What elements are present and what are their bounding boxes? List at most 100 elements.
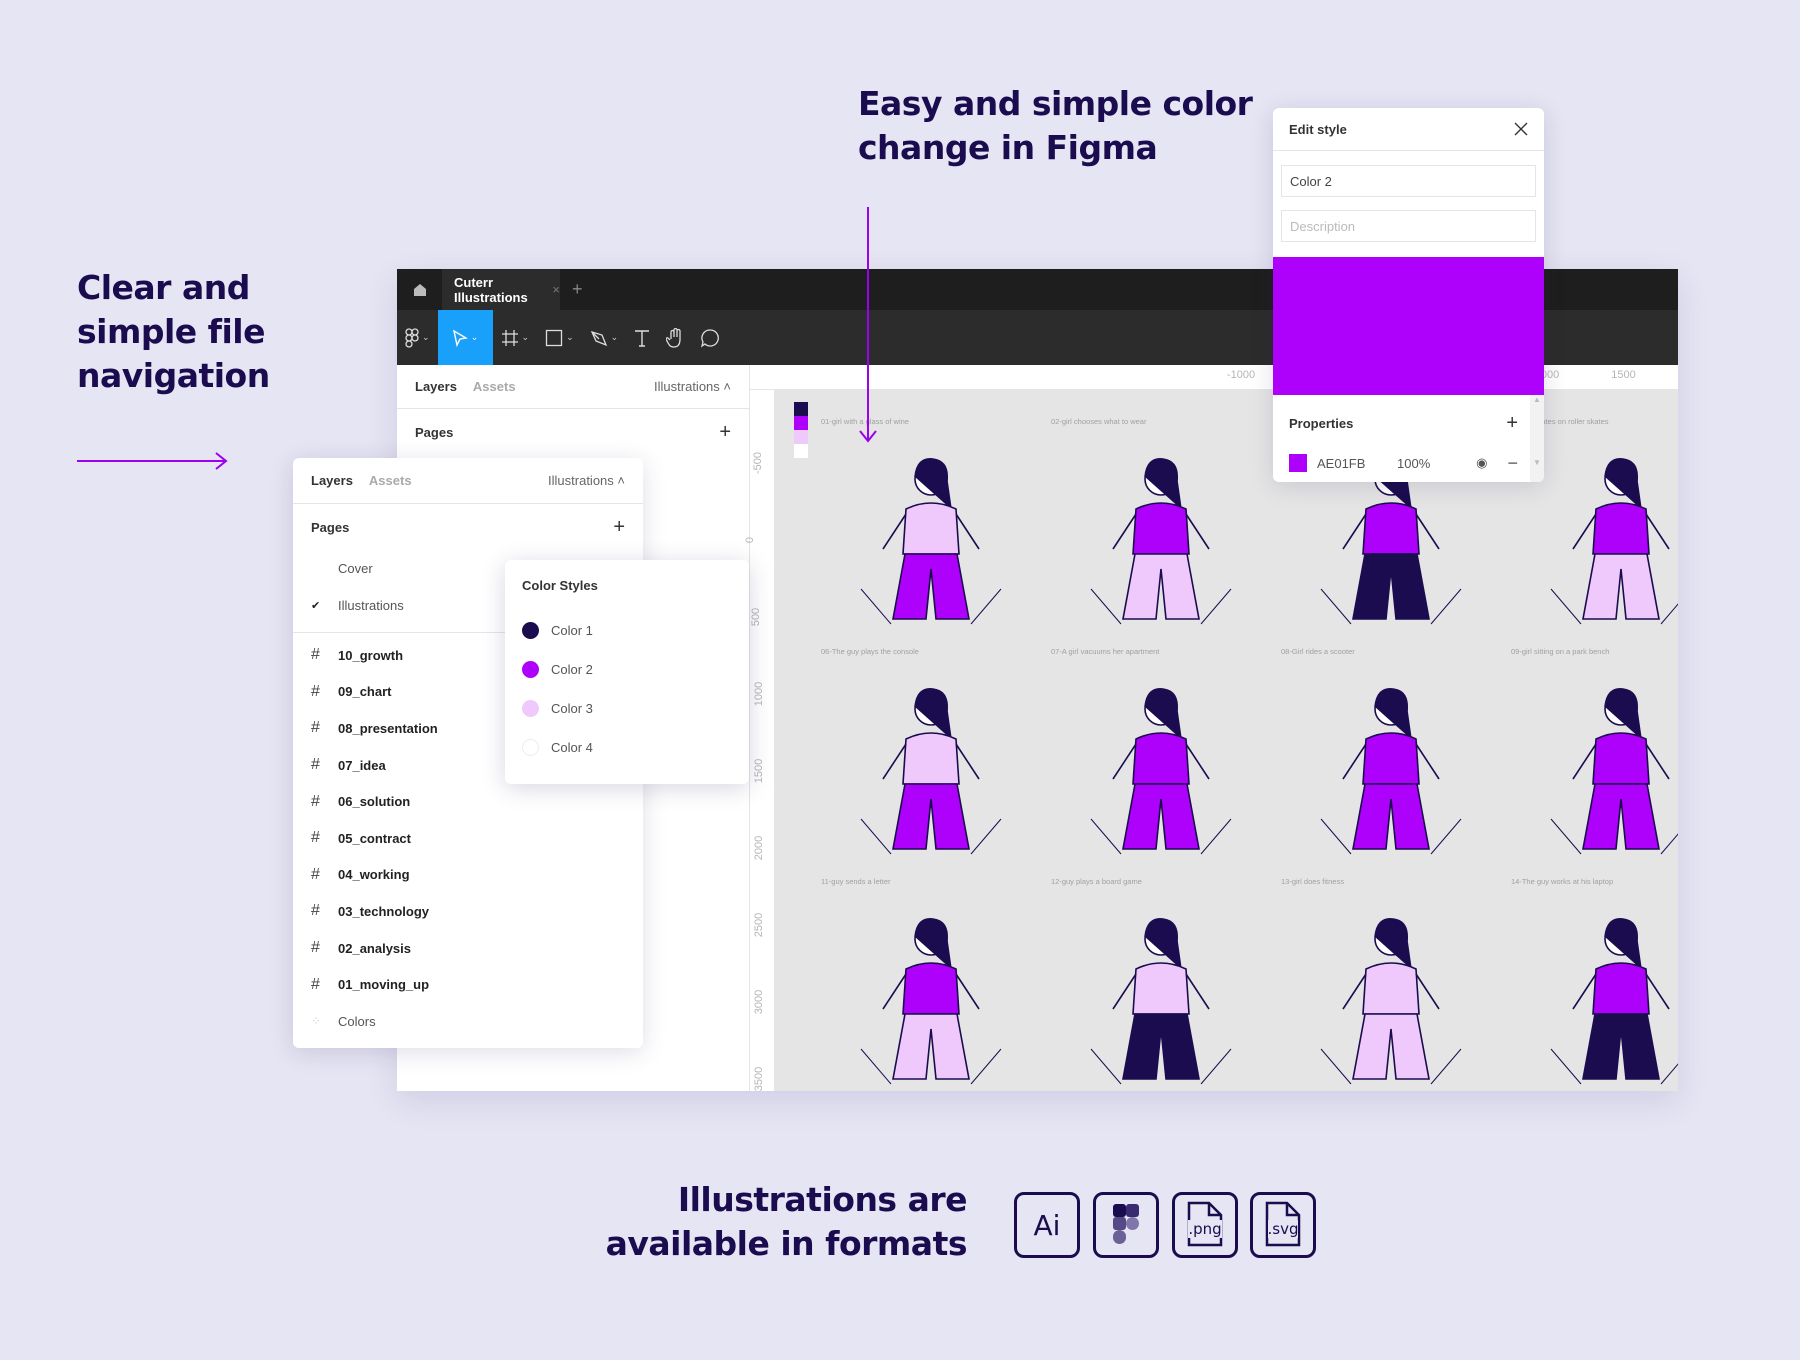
color-style-name: Color 4: [551, 740, 593, 755]
frame-label[interactable]: 11-guy sends a letter: [821, 877, 891, 886]
ruler-tick-label: 500: [750, 607, 763, 627]
illustration-frame[interactable]: [1051, 439, 1271, 629]
style-name-value: Color 2: [1290, 173, 1332, 189]
layer-item[interactable]: #03_technology: [293, 893, 643, 930]
illustration-frame[interactable]: [821, 899, 1041, 1089]
remove-property-icon[interactable]: −: [1507, 453, 1518, 474]
illustration-frame[interactable]: [1051, 669, 1271, 859]
layer-name: 08_presentation: [338, 720, 438, 736]
tab-layers[interactable]: Layers: [311, 473, 353, 488]
comment-icon[interactable]: [692, 310, 728, 365]
layer-name: 10_growth: [338, 647, 404, 663]
ruler-tick-label: 3500: [753, 1066, 766, 1091]
headline-line: Clear and: [77, 268, 250, 307]
home-icon[interactable]: [397, 269, 442, 310]
text-icon[interactable]: [626, 310, 658, 365]
layer-item[interactable]: #05_contract: [293, 820, 643, 857]
layer-item-colors[interactable]: ⁘ Colors: [293, 1003, 643, 1040]
add-property-icon[interactable]: +: [1506, 412, 1518, 435]
hex-value[interactable]: AE01FB: [1317, 456, 1387, 471]
frame-label[interactable]: 01-girl with a glass of wine: [821, 417, 909, 426]
illustration-frame[interactable]: [821, 669, 1041, 859]
color-style-item[interactable]: Color 4: [522, 728, 732, 767]
frame-label[interactable]: 12-guy plays a board game: [1051, 877, 1142, 886]
color-style-item[interactable]: Color 3: [522, 689, 732, 728]
hand-icon[interactable]: [658, 310, 692, 365]
color-dot: [522, 700, 539, 717]
page-selector[interactable]: Illustrations ˄: [654, 379, 731, 394]
description-input[interactable]: Description: [1281, 210, 1536, 242]
scrollbar[interactable]: ▲ ▼: [1530, 395, 1544, 482]
fill-swatch[interactable]: [1289, 454, 1307, 472]
frame-label[interactable]: 06-The guy plays the console: [821, 647, 919, 656]
figma-menu-icon[interactable]: ⌄: [397, 310, 438, 365]
ruler-tick-label: 0: [744, 536, 757, 544]
pages-label: Pages: [415, 424, 454, 440]
ruler-tick-label: 2500: [753, 912, 766, 938]
ai-format-icon: Ai: [1014, 1192, 1080, 1258]
move-icon[interactable]: ⌄: [437, 310, 493, 365]
frame-icon: #: [311, 902, 320, 920]
tab-assets[interactable]: Assets: [369, 473, 412, 488]
canvas[interactable]: 01-girl with a glass of wine 02-girl cho…: [775, 390, 1678, 1091]
eye-icon[interactable]: ◉: [1476, 455, 1487, 471]
color-dot: [522, 739, 539, 756]
tab-layers[interactable]: Layers: [415, 379, 457, 394]
color-style-item[interactable]: Color 1: [522, 611, 732, 650]
layer-item[interactable]: #02_analysis: [293, 930, 643, 967]
svg-label: .svg: [1267, 1220, 1299, 1238]
add-page-icon[interactable]: +: [613, 516, 625, 539]
new-tab-icon[interactable]: +: [572, 279, 583, 300]
tab-assets[interactable]: Assets: [473, 379, 516, 394]
layer-item[interactable]: #04_working: [293, 857, 643, 894]
page-selector-label: Illustrations: [654, 379, 720, 394]
add-page-icon[interactable]: +: [719, 421, 731, 444]
color-swatch: [794, 430, 808, 444]
color-swatch: [794, 444, 808, 458]
png-format-icon: .png: [1172, 1192, 1238, 1258]
layer-item[interactable]: #06_solution: [293, 783, 643, 820]
rectangle-icon[interactable]: ⌄: [537, 310, 582, 365]
illustration-frame[interactable]: [1281, 669, 1501, 859]
headline-line: navigation: [77, 356, 270, 395]
layer-name: 03_technology: [338, 903, 430, 919]
frame-label[interactable]: 14-The guy works at his laptop: [1511, 877, 1613, 886]
frame-label[interactable]: 08-Girl rides a scooter: [1281, 647, 1355, 656]
illustration-frame[interactable]: [1511, 899, 1678, 1089]
color-style-name: Color 3: [551, 701, 593, 716]
color-dot: [522, 661, 539, 678]
opacity-value[interactable]: 100%: [1397, 456, 1457, 471]
color-change-headline: Easy and simple color change in Figma: [858, 82, 1253, 170]
close-icon[interactable]: [1514, 122, 1528, 136]
color-preview[interactable]: [1273, 257, 1544, 395]
ai-label: Ai: [1033, 1208, 1061, 1242]
pages-label: Pages: [311, 519, 350, 535]
frame-icon: #: [311, 682, 320, 700]
frame-icon[interactable]: ⌄: [493, 310, 538, 365]
style-name-input[interactable]: Color 2: [1281, 165, 1536, 197]
illustration-frame[interactable]: [1051, 899, 1271, 1089]
group-icon: ⁘: [311, 1014, 322, 1029]
layer-name: 04_working: [338, 867, 410, 883]
figma-format-icon: [1093, 1192, 1159, 1258]
arrow-right-icon: [77, 460, 225, 462]
frame-label[interactable]: 07-A girl vacuums her apartment: [1051, 647, 1159, 656]
close-tab-icon[interactable]: ×: [552, 282, 560, 297]
page-selector[interactable]: Illustrations ˄: [548, 473, 625, 488]
color-style-name: Color 2: [551, 662, 593, 677]
illustration-frame[interactable]: [821, 439, 1041, 629]
layer-name: 05_contract: [338, 830, 411, 846]
color-styles-popup: Color Styles Color 1 Color 2 Color 3 Color …: [505, 560, 749, 784]
illustration-frame[interactable]: [1511, 669, 1678, 859]
tab-file[interactable]: Cuterr Illustrations ×: [442, 269, 560, 310]
illustration-frame[interactable]: [1281, 899, 1501, 1089]
frame-label[interactable]: 02-girl chooses what to wear: [1051, 417, 1146, 426]
layer-item[interactable]: #01_moving_up: [293, 966, 643, 1003]
pen-icon[interactable]: ⌄: [582, 310, 627, 365]
layer-name: 01_moving_up: [338, 977, 430, 993]
frame-icon: #: [311, 939, 320, 957]
frame-label[interactable]: 09-girl sitting on a park bench: [1511, 647, 1609, 656]
frame-label[interactable]: 13-girl does fitness: [1281, 877, 1344, 886]
ruler-tick-label: 1000: [753, 681, 766, 707]
color-style-item[interactable]: Color 2: [522, 650, 732, 689]
